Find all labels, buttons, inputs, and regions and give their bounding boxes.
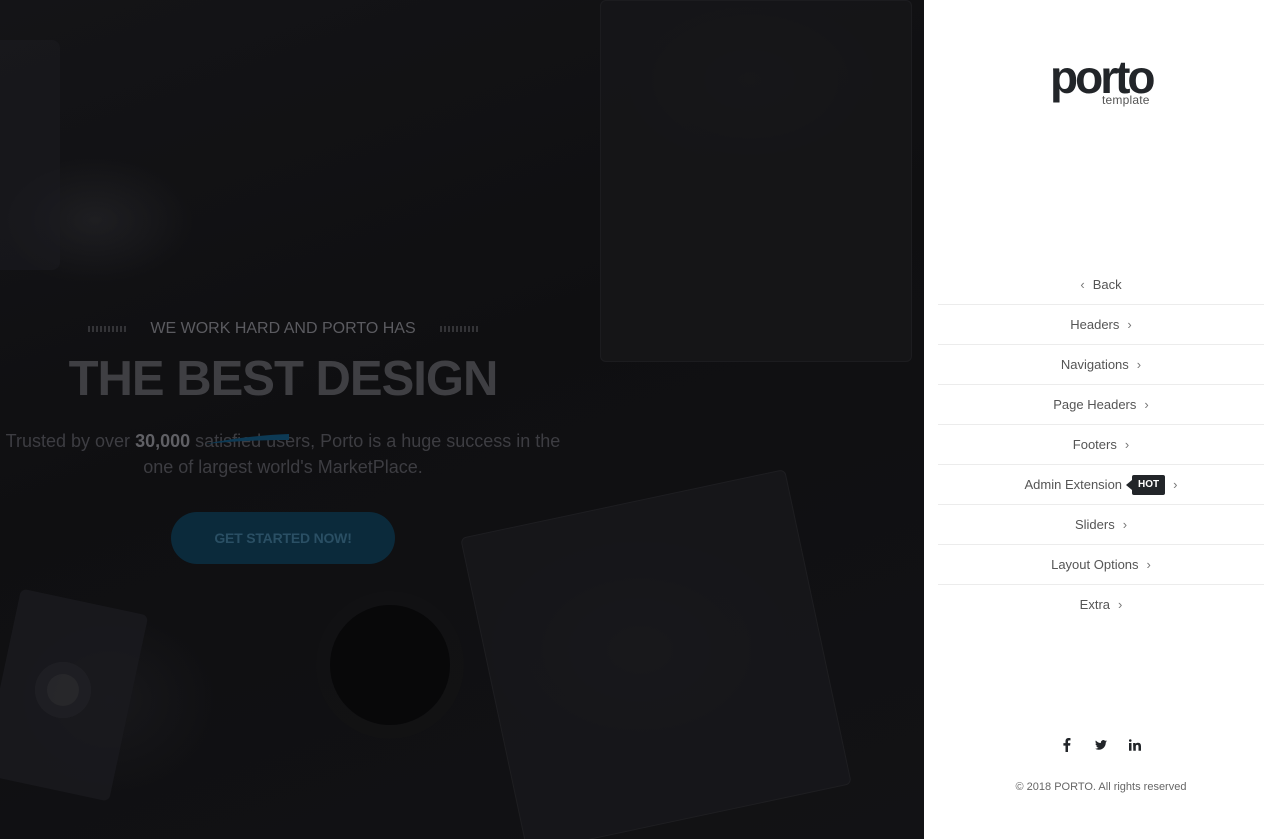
menu-item-sliders[interactable]: Sliders › (938, 505, 1264, 545)
hero-kicker: WE WORK HARD AND PORTO HAS (0, 320, 566, 338)
menu-item-layout-options[interactable]: Layout Options › (938, 545, 1264, 585)
menu-item-label: Layout Options (1051, 557, 1139, 572)
menu-back[interactable]: ‹ Back (938, 265, 1264, 305)
menu-item-label: Extra (1079, 597, 1110, 612)
menu-item-headers[interactable]: Headers › (938, 305, 1264, 345)
subtext-part-1: Trusted by over (5, 431, 136, 451)
twitter-icon[interactable] (1095, 736, 1107, 754)
linkedin-icon[interactable] (1129, 736, 1141, 754)
chevron-right-icon: › (1173, 477, 1178, 492)
logo-subtitle: template (1102, 93, 1150, 107)
background-camera-lens (35, 662, 91, 718)
menu-item-label: Headers (1070, 317, 1120, 332)
subtext-users-count: 30,000 (135, 431, 191, 451)
menu-item-navigations[interactable]: Navigations › (938, 345, 1264, 385)
headline-text: THE BEST DESIGN (68, 352, 499, 406)
chevron-right-icon: › (1146, 557, 1151, 572)
menu-back-label: Back (1092, 277, 1122, 292)
menu-item-label: Navigations (1060, 357, 1129, 372)
hero-content: WE WORK HARD AND PORTO HAS THE BEST DESI… (0, 320, 566, 564)
menu-item-admin-extension[interactable]: Admin Extension HOT › (938, 465, 1264, 505)
menu-item-label: Sliders (1074, 517, 1115, 532)
social-links (924, 736, 1278, 754)
copyright-text: © 2018 PORTO. All rights reserved (1015, 781, 1187, 793)
menu-item-extra[interactable]: Extra › (938, 585, 1264, 624)
background-coffee-cup (330, 605, 450, 725)
hot-badge: HOT (1126, 474, 1166, 495)
chevron-left-icon: ‹ (1080, 277, 1085, 292)
chevron-right-icon: › (1144, 397, 1149, 412)
get-started-button[interactable]: GET STARTED NOW! (171, 512, 395, 564)
kicker-decoration-right (439, 326, 478, 332)
chevron-right-icon: › (1127, 317, 1132, 332)
chevron-right-icon: › (1122, 517, 1128, 532)
hero-section: WE WORK HARD AND PORTO HAS THE BEST DESI… (0, 0, 924, 839)
chevron-right-icon: › (1136, 357, 1142, 372)
menu-item-label: Footers (1072, 437, 1117, 452)
sidebar: porto template ‹ Back Headers › Navigati… (924, 0, 1278, 839)
sidebar-menu: ‹ Back Headers › Navigations › Page Head… (938, 265, 1264, 624)
chevron-right-icon: › (1124, 437, 1130, 452)
menu-item-page-headers[interactable]: Page Headers › (938, 385, 1264, 425)
hero-headline: THE BEST DESIGN (0, 348, 566, 444)
background-notebook (0, 40, 60, 270)
menu-item-label: Page Headers (1053, 397, 1137, 412)
kicker-text: WE WORK HARD AND PORTO HAS (150, 320, 416, 337)
menu-item-footers[interactable]: Footers › (938, 425, 1264, 465)
menu-item-label: Admin Extension (1024, 477, 1123, 492)
porto-logo[interactable]: porto template (1050, 51, 1160, 107)
chevron-right-icon: › (1118, 597, 1123, 612)
background-laptop (600, 0, 912, 362)
facebook-icon[interactable] (1061, 736, 1073, 754)
headline-underline-swoosh (205, 434, 289, 444)
kicker-decoration-left (88, 326, 127, 332)
